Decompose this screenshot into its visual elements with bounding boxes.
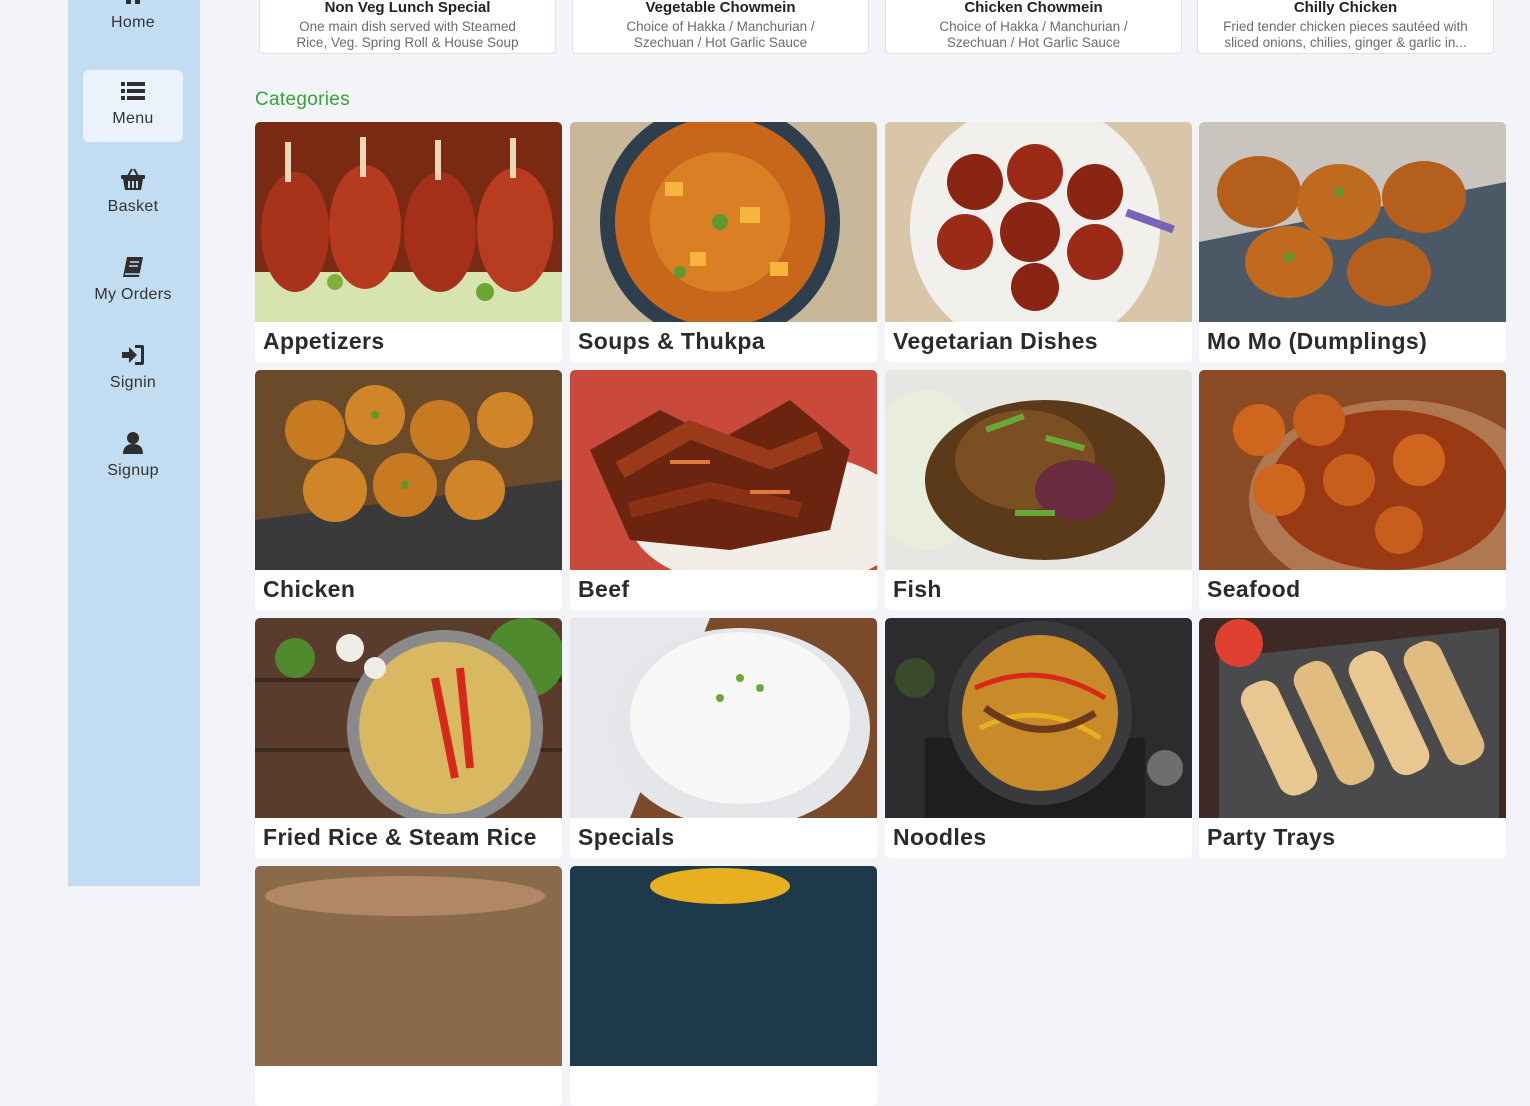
category-name: Chicken xyxy=(263,576,356,602)
user-icon xyxy=(123,432,143,454)
special-title: Chicken Chowmein xyxy=(964,0,1103,16)
sidebar: Home Menu Basket My Orders Signin Signup xyxy=(68,0,200,886)
category-image xyxy=(255,370,562,570)
category-card-soups[interactable]: Soups & Thukpa xyxy=(570,122,877,362)
category-card-seafood[interactable]: Seafood xyxy=(1199,370,1506,610)
category-image xyxy=(1199,370,1506,570)
nav-my-orders[interactable]: My Orders xyxy=(83,246,183,318)
category-name: Soups & Thukpa xyxy=(578,328,766,354)
category-image xyxy=(1199,122,1506,322)
category-image xyxy=(255,618,562,818)
category-name: Mo Mo (Dumplings) xyxy=(1207,328,1428,354)
special-title: Chilly Chicken xyxy=(1293,0,1398,16)
special-title: Vegetable Chowmein xyxy=(645,0,796,16)
special-description: Choice of Hakka / Manchurian / Szechuan … xyxy=(939,19,1128,50)
category-card-momo[interactable]: Mo Mo (Dumplings) xyxy=(1199,122,1506,362)
special-card[interactable]: Non Veg Lunch Special One main dish serv… xyxy=(259,0,556,54)
category-card-noodles[interactable]: Noodles xyxy=(885,618,1192,858)
nav-signup[interactable]: Signup xyxy=(83,422,183,494)
nav-my-orders-label: My Orders xyxy=(94,286,172,303)
sign-in-icon xyxy=(122,345,144,365)
nav-basket-label: Basket xyxy=(107,198,159,215)
main-content: Non Veg Lunch Special One main dish serv… xyxy=(200,0,1530,1106)
category-card-vegetarian[interactable]: Vegetarian Dishes xyxy=(885,122,1192,362)
nav-menu-label: Menu xyxy=(112,110,154,127)
nav-signup-label: Signup xyxy=(107,462,159,479)
home-icon xyxy=(126,0,140,4)
nav-home[interactable]: Home xyxy=(83,0,183,54)
category-card[interactable] xyxy=(570,866,877,1106)
special-card[interactable]: Vegetable Chowmein Choice of Hakka / Man… xyxy=(572,0,869,54)
category-image xyxy=(255,866,562,1066)
category-image xyxy=(570,370,877,570)
category-name: Fried Rice & Steam Rice xyxy=(263,824,537,850)
category-name: Vegetarian Dishes xyxy=(893,328,1098,354)
category-card-chicken[interactable]: Chicken xyxy=(255,370,562,610)
category-name: Appetizers xyxy=(263,328,385,354)
nav-menu[interactable]: Menu xyxy=(83,70,183,142)
category-image xyxy=(1199,618,1506,818)
special-card[interactable]: Chicken Chowmein Choice of Hakka / Manch… xyxy=(885,0,1182,54)
category-image xyxy=(885,122,1192,322)
category-name: Noodles xyxy=(893,824,987,850)
category-image xyxy=(255,122,562,322)
special-description: Choice of Hakka / Manchurian / Szechuan … xyxy=(626,19,815,50)
category-card-fish[interactable]: Fish xyxy=(885,370,1192,610)
category-name: Beef xyxy=(578,576,630,602)
category-card-party-trays[interactable]: Party Trays xyxy=(1199,618,1506,858)
category-image xyxy=(570,618,877,818)
special-title: Non Veg Lunch Special xyxy=(324,0,491,16)
category-image xyxy=(885,618,1192,818)
category-name: Fish xyxy=(893,576,942,602)
category-card-fried-rice[interactable]: Fried Rice & Steam Rice xyxy=(255,618,562,858)
category-card-appetizers[interactable]: Appetizers xyxy=(255,122,562,362)
special-description: Fried tender chicken pieces sautéed with… xyxy=(1223,19,1468,50)
category-card[interactable] xyxy=(255,866,562,1106)
category-image xyxy=(570,866,877,1066)
special-card[interactable]: Chilly Chicken Fried tender chicken piec… xyxy=(1197,0,1494,54)
list-icon xyxy=(121,82,145,100)
category-image xyxy=(885,370,1192,570)
category-name: Party Trays xyxy=(1207,824,1336,850)
category-name: Seafood xyxy=(1207,576,1301,602)
category-image xyxy=(570,122,877,322)
nav-home-label: Home xyxy=(111,14,155,31)
category-name: Specials xyxy=(578,824,675,850)
book-icon xyxy=(123,257,143,277)
nav-basket[interactable]: Basket xyxy=(83,158,183,230)
category-card-specials[interactable]: Specials xyxy=(570,618,877,858)
basket-icon xyxy=(121,168,145,190)
categories-heading: Categories xyxy=(255,89,350,110)
category-card-beef[interactable]: Beef xyxy=(570,370,877,610)
nav-signin[interactable]: Signin xyxy=(83,334,183,406)
nav-signin-label: Signin xyxy=(109,374,157,391)
special-description: One main dish served with Steamed Rice, … xyxy=(296,19,519,50)
